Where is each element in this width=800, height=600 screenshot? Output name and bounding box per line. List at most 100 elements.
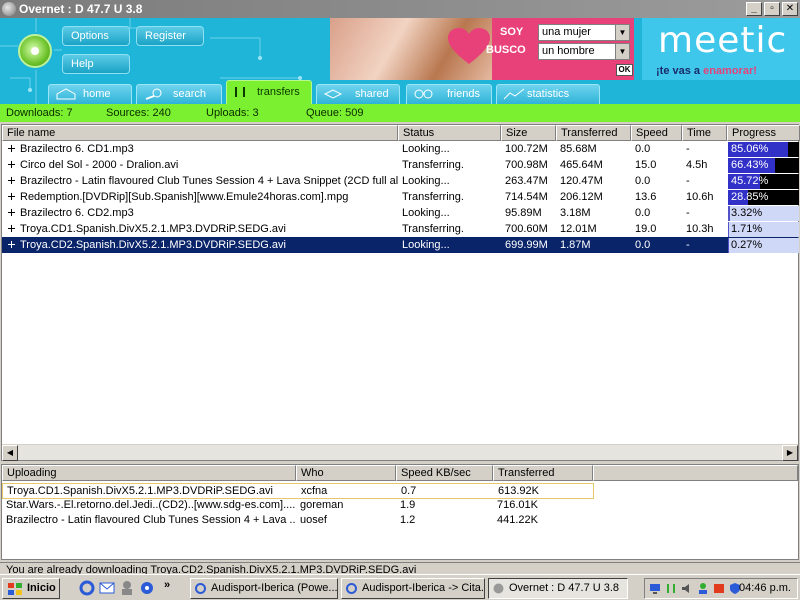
cell-transferred: 716.01K (497, 499, 538, 511)
header-col-speed[interactable]: Speed KB/sec (396, 465, 493, 481)
header-col-who[interactable]: Who (296, 465, 396, 481)
cell-who: uosef (300, 514, 327, 526)
table-row[interactable]: Troya.CD1.Spanish.DivX5.2.1.MP3.DVDRiP.S… (2, 221, 799, 237)
cell-transferred: 12.01M (560, 223, 597, 235)
stats-bar: Downloads: 7 Sources: 240 Uploads: 3 Que… (0, 104, 800, 122)
expand-plus-icon[interactable] (8, 145, 15, 152)
help-button[interactable]: Help (62, 54, 130, 74)
taskbar-item-overnet[interactable]: Overnet : D 47.7 U 3.8 (488, 578, 628, 599)
ie-window-icon (346, 583, 357, 594)
cell-size: 699.99M (505, 239, 548, 251)
outlook-express-icon[interactable] (98, 579, 116, 597)
network-tray-icon[interactable] (665, 582, 677, 595)
header-col-transferred[interactable]: Transferred (556, 125, 631, 141)
sources-count: Sources: 240 (106, 107, 171, 119)
expand-plus-icon[interactable] (8, 241, 15, 248)
register-button[interactable]: Register (136, 26, 204, 46)
meetic-ok-button[interactable]: OK (616, 64, 633, 76)
header-col-file-name[interactable]: File name (2, 125, 398, 141)
cell-transferred: 465.64M (560, 159, 603, 171)
cell-status: Transferring. (402, 191, 464, 203)
network-users-icon[interactable] (118, 579, 136, 597)
scroll-left-button[interactable]: ◀ (2, 445, 18, 461)
table-row[interactable]: Brazilectro - Latin flavoured Club Tunes… (2, 513, 594, 529)
system-tray: 04:46 p.m. (644, 578, 798, 599)
table-row[interactable]: Brazilectro 6. CD1.mp3 Looking... 100.72M 8… (2, 141, 799, 157)
cell-status: Transferring. (402, 159, 464, 171)
header-col-size[interactable]: Size (501, 125, 556, 141)
header-col-time[interactable]: Time (682, 125, 727, 141)
cell-transferred: 120.47M (560, 175, 603, 187)
cell-transferred: 85.68M (560, 143, 597, 155)
options-button[interactable]: Options (62, 26, 130, 46)
progress-bar: 1.71% (728, 222, 799, 237)
antivirus-tray-icon[interactable] (713, 582, 725, 595)
expand-plus-icon[interactable] (8, 209, 15, 216)
cell-uploading: Brazilectro - Latin flavoured Club Tunes… (6, 514, 296, 526)
overnet-logo[interactable] (18, 34, 52, 68)
table-row[interactable]: Brazilectro - Latin flavoured Club Tunes… (2, 173, 799, 189)
quicklaunch-more-icon[interactable]: » (164, 579, 170, 591)
table-row[interactable]: Troya.CD2.Spanish.DivX5.2.1.MP3.DVDRiP.S… (2, 237, 799, 253)
table-row[interactable]: Redemption.[DVDRip][Sub.Spanish][www.Emu… (2, 189, 799, 205)
internet-explorer-icon[interactable] (78, 579, 96, 597)
header-col-speed[interactable]: Speed (631, 125, 682, 141)
table-row[interactable]: Brazilectro 6. CD2.mp3 Looking... 95.89M 3.… (2, 205, 799, 221)
chevron-down-icon: ▼ (615, 44, 629, 59)
header-col-status[interactable]: Status (398, 125, 501, 141)
progress-bar: 28.85% (728, 190, 799, 205)
tab-shared[interactable]: shared (316, 84, 400, 104)
close-button[interactable]: ✕ (782, 2, 798, 16)
status-message: You are already downloading Troya.CD2.Sp… (6, 564, 417, 574)
couple-photo (330, 18, 492, 80)
minimize-button[interactable]: _ (746, 2, 762, 16)
table-row[interactable]: Star.Wars.-.El.retorno.del.Jedi..(CD2)..… (2, 498, 594, 514)
header-col-progress[interactable]: Progress (727, 125, 800, 141)
taskbar-item-audisport-cita[interactable]: Audisport-Iberica -> Cita... (341, 578, 485, 599)
taskbar-item-audisport-powerpoint[interactable]: Audisport-Iberica (Powe... (190, 578, 338, 599)
expand-plus-icon[interactable] (8, 225, 15, 232)
tab-home[interactable]: home (48, 84, 132, 104)
soy-select[interactable]: una mujer ▼ (538, 24, 630, 41)
expand-plus-icon[interactable] (8, 177, 15, 184)
cell-status: Looking... (402, 239, 450, 251)
tab-search[interactable]: search (136, 84, 222, 104)
progress-label: 1.71% (731, 223, 763, 235)
table-row[interactable]: Circo del Sol - 2000 - Dralion.avi Transf… (2, 157, 799, 173)
expand-plus-icon[interactable] (8, 193, 15, 200)
progress-bar: 85.06% (728, 142, 799, 157)
downloads-horizontal-scrollbar[interactable]: ◀ ▶ (2, 444, 798, 461)
cell-transferred: 3.18M (560, 207, 591, 219)
busco-select[interactable]: un hombre ▼ (538, 43, 630, 60)
cell-file-name: Brazilectro - Latin flavoured Club Tunes… (20, 175, 398, 187)
soy-label: SOY (500, 26, 524, 38)
media-icon[interactable] (138, 579, 156, 597)
windows-flag-icon (8, 583, 22, 595)
downloads-table[interactable]: File name Status Size Transferred Speed Time P… (1, 124, 800, 461)
messenger-tray-icon[interactable] (697, 582, 709, 595)
uploads-count: Uploads: 3 (206, 107, 259, 119)
cell-time: - (686, 175, 690, 187)
scroll-right-button[interactable]: ▶ (782, 445, 798, 461)
start-button[interactable]: Inicio (2, 578, 60, 599)
table-row[interactable]: Troya.CD1.Spanish.DivX5.2.1.MP3.DVDRiP.S… (2, 483, 594, 499)
expand-plus-icon[interactable] (8, 161, 15, 168)
tab-statistics[interactable]: statistics (496, 84, 600, 104)
header-col-transferred[interactable]: Transferred (493, 465, 593, 481)
header-col-uploading[interactable]: Uploading (2, 465, 296, 481)
magnifier-icon (145, 88, 162, 100)
cell-time: 10.3h (686, 223, 714, 235)
clock: 04:46 p.m. (739, 582, 791, 594)
uploads-table[interactable]: Uploading Who Speed KB/sec Transferred Troy… (1, 464, 799, 560)
tab-transfers[interactable]: transfers (226, 80, 312, 104)
cell-size: 700.98M (505, 159, 548, 171)
monitor-tray-icon[interactable] (649, 582, 661, 595)
cell-transferred: 1.87M (560, 239, 591, 251)
cell-size: 95.89M (505, 207, 542, 219)
tab-friends[interactable]: friends (406, 84, 492, 104)
volume-tray-icon[interactable] (681, 582, 693, 595)
maximize-button[interactable]: ▫ (764, 2, 780, 16)
chart-icon (503, 88, 525, 100)
overnet-app-icon (2, 2, 16, 16)
cell-speed: 13.6 (635, 191, 657, 203)
